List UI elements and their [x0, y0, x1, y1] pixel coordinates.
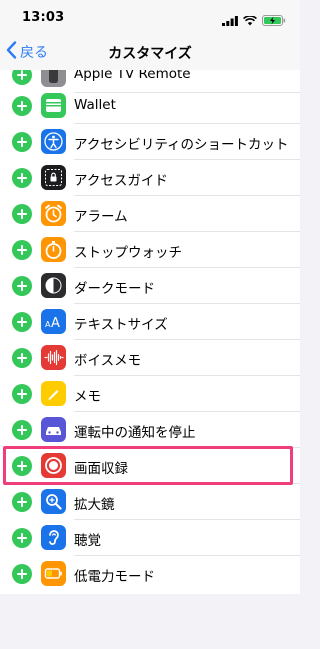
add-button[interactable] [12, 492, 32, 512]
do-not-disturb-driving-icon [41, 417, 66, 442]
list-item[interactable]: アラーム [0, 196, 300, 232]
battery-charging-icon [262, 11, 286, 30]
add-button[interactable] [12, 276, 32, 296]
guided-access-icon [41, 165, 66, 190]
list-item[interactable]: 聴覚 [0, 520, 300, 556]
list-item-label: 運転中の通知を停止 [74, 425, 196, 441]
status-icons [222, 11, 286, 30]
list-item[interactable]: 低電力モード [0, 556, 300, 592]
list-footer-background [0, 594, 300, 649]
list-item-label: 聴覚 [74, 533, 101, 549]
list-item-label: Apple TV Remote [74, 70, 191, 82]
hearing-icon [41, 525, 66, 550]
low-power-mode-icon [41, 561, 66, 586]
alarm-icon [41, 201, 66, 226]
add-button[interactable] [12, 240, 32, 260]
add-button[interactable] [12, 96, 32, 116]
list-item-label: ストップウォッチ [74, 245, 182, 261]
page-title: カスタマイズ [108, 46, 192, 62]
list-item[interactable]: ダークモード [0, 268, 300, 304]
list-item-label: メモ [74, 389, 101, 405]
accessibility-icon [41, 129, 66, 154]
wallet-icon [41, 93, 66, 118]
list-item-label: アラーム [74, 209, 128, 225]
cellular-signal-icon [222, 11, 238, 30]
list-item[interactable]: 拡大鏡 [0, 484, 300, 520]
magnifier-icon [41, 489, 66, 514]
list-item[interactable]: ストップウォッチ [0, 232, 300, 268]
stopwatch-icon [41, 237, 66, 262]
add-button[interactable] [12, 528, 32, 548]
voice-memos-icon [41, 345, 66, 370]
add-button[interactable] [12, 420, 32, 440]
add-button[interactable] [12, 132, 32, 152]
apple-tv-remote-icon [41, 70, 66, 87]
add-button[interactable] [12, 70, 32, 85]
add-button[interactable] [12, 348, 32, 368]
text-size-icon: AA [41, 309, 66, 334]
add-button[interactable] [12, 312, 32, 332]
list-item-label: ダークモード [74, 281, 155, 297]
add-button[interactable] [12, 204, 32, 224]
list-item-label: テキストサイズ [74, 317, 168, 333]
add-button[interactable] [12, 168, 32, 188]
list-item[interactable]: アクセスガイド [0, 160, 300, 196]
add-button[interactable] [12, 564, 32, 584]
highlight-frame [3, 446, 293, 485]
add-button[interactable] [12, 384, 32, 404]
notes-icon [41, 381, 66, 406]
list-item-label: Wallet [74, 97, 116, 113]
list-item-label: ボイスメモ [74, 353, 142, 369]
more-controls-list: Apple TV Remote Wallet アクセシビリティのショートカット … [0, 70, 300, 594]
list-item-label: アクセシビリティのショートカット [74, 137, 289, 153]
navigation-bar: 戻る カスタマイズ [0, 34, 300, 71]
dark-mode-icon [41, 273, 66, 298]
svg-text:A: A [51, 316, 60, 331]
list-item[interactable]: AA テキストサイズ [0, 304, 300, 340]
list-item[interactable]: アクセシビリティのショートカット [0, 124, 300, 160]
list-item[interactable]: 運転中の通知を停止 [0, 412, 300, 448]
list-item[interactable]: Wallet [0, 88, 300, 124]
list-item-label: アクセスガイド [74, 173, 168, 189]
list-item-label: 低電力モード [74, 569, 155, 585]
list-item[interactable]: ボイスメモ [0, 340, 300, 376]
status-time: 13:03 [22, 10, 65, 25]
list-item[interactable]: メモ [0, 376, 300, 412]
list-item-label: 拡大鏡 [74, 497, 115, 513]
status-bar: 13:03 [0, 0, 300, 34]
wifi-icon [243, 11, 257, 30]
